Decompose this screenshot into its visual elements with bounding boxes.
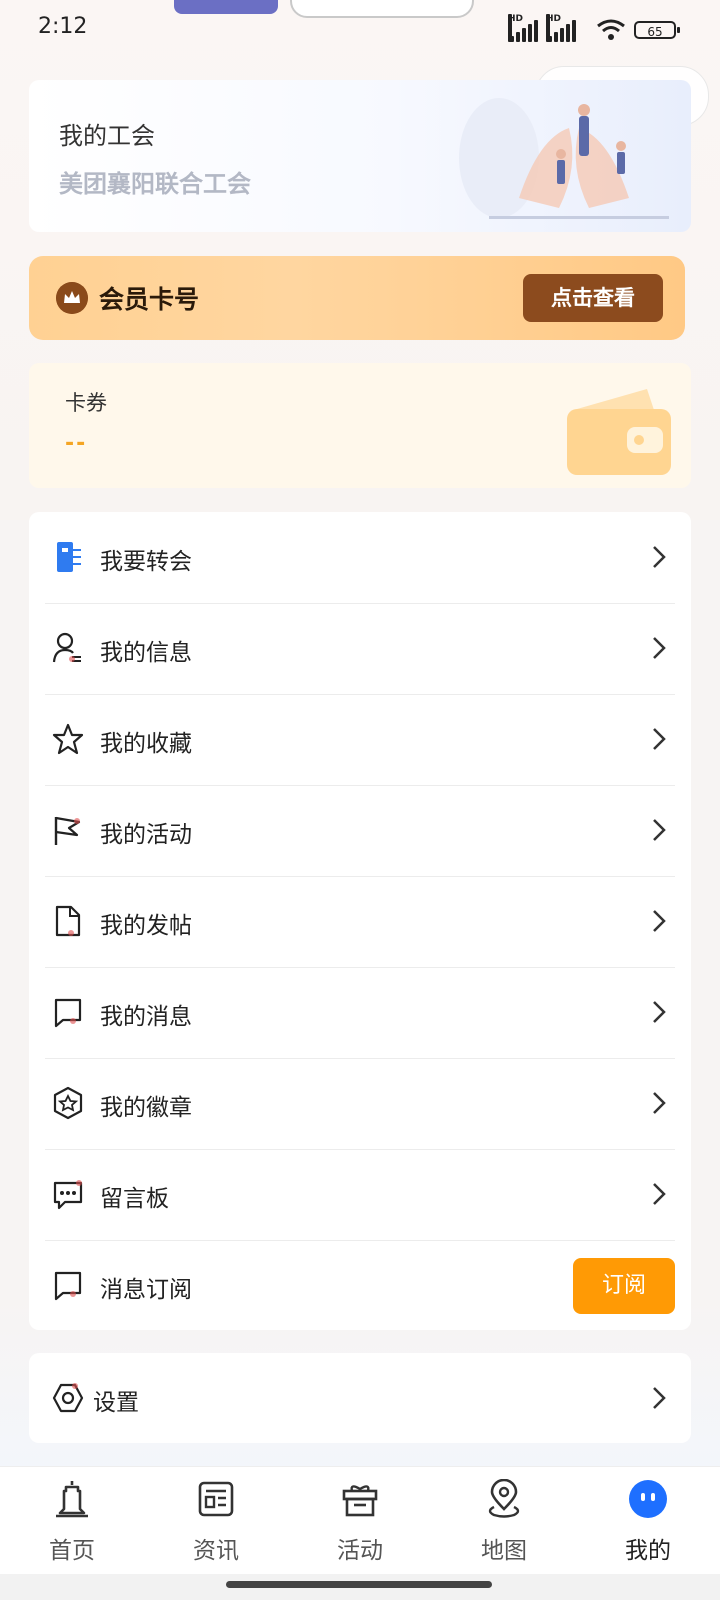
home-indicator[interactable]: [226, 1581, 492, 1588]
menu-item-label: 我的消息: [100, 1004, 192, 1030]
transfer-door-icon: [57, 542, 81, 572]
wifi-icon: [597, 19, 625, 40]
chevron-right-icon: [653, 1001, 666, 1023]
tab-label: 活动: [337, 1538, 383, 1564]
badge-icon: [53, 1086, 83, 1120]
member-card-label: 会员卡号: [99, 285, 200, 314]
battery-icon: 65: [634, 21, 680, 39]
coupon-card[interactable]: 卡券 --: [29, 363, 691, 488]
union-title: 我的工会: [59, 122, 155, 150]
news-icon: [198, 1481, 234, 1517]
my-union-card[interactable]: 我的工会 美团襄阳联合工会: [29, 80, 691, 232]
union-illustration: [459, 98, 669, 219]
chevron-right-icon: [653, 1183, 666, 1205]
menu-item-label: 我的活动: [100, 822, 192, 848]
tab-mine[interactable]: 我的: [576, 1467, 720, 1575]
signal-icon-2: HD: [546, 14, 580, 42]
menu-list: 我要转会 我的信息 我的收藏 我的活动 我的发帖 我的消息 我的徽章 留言板 消…: [29, 512, 691, 1330]
view-member-card-button[interactable]: 点击查看: [523, 274, 663, 322]
menu-item-messages[interactable]: 我的消息: [45, 967, 675, 1059]
flag-icon: [54, 816, 81, 845]
signal-icon: HD: [508, 14, 542, 42]
tab-map[interactable]: 地图: [432, 1467, 576, 1575]
chevron-right-icon: [653, 728, 666, 750]
menu-item-subscription: 消息订阅 订阅: [45, 1240, 675, 1331]
subscribe-button[interactable]: 订阅: [573, 1258, 675, 1314]
member-card-banner: 会员卡号 点击查看: [29, 256, 685, 340]
document-icon: [55, 905, 81, 937]
top-banner-pill: [290, 0, 474, 18]
bottom-tab-bar: 首页 资讯 活动 地图 我的: [0, 1466, 720, 1575]
chevron-right-icon: [653, 1387, 666, 1409]
gift-icon: [342, 1485, 378, 1517]
message-icon: [54, 998, 82, 1028]
map-pin-icon: [488, 1479, 520, 1518]
star-icon: [52, 723, 84, 755]
menu-item-message-board[interactable]: 留言板: [45, 1149, 675, 1241]
settings-icon: [52, 1383, 84, 1413]
chevron-right-icon: [653, 910, 666, 932]
chevron-right-icon: [653, 546, 666, 568]
tab-label: 首页: [49, 1538, 95, 1564]
menu-item-posts[interactable]: 我的发帖: [45, 876, 675, 968]
union-name: 美团襄阳联合工会: [59, 170, 251, 198]
chevron-right-icon: [653, 819, 666, 841]
menu-item-activities[interactable]: 我的活动: [45, 785, 675, 877]
coupon-title: 卡券: [65, 391, 107, 415]
tab-activities[interactable]: 活动: [288, 1467, 432, 1575]
chevron-right-icon: [653, 637, 666, 659]
status-time: 2:12: [38, 14, 88, 39]
wallet-icon: [567, 389, 671, 475]
profile-face-icon: [629, 1480, 667, 1518]
menu-item-label: 消息订阅: [100, 1277, 192, 1303]
comment-icon: [53, 1180, 83, 1210]
menu-item-label: 我要转会: [100, 549, 192, 575]
top-banner-tag: [174, 0, 278, 14]
tab-label: 资讯: [193, 1538, 239, 1564]
crown-icon: [56, 282, 88, 314]
menu-item-favorites[interactable]: 我的收藏: [45, 694, 675, 786]
chevron-right-icon: [653, 1092, 666, 1114]
menu-item-label: 我的徽章: [100, 1095, 192, 1121]
menu-item-transfer[interactable]: 我要转会: [45, 512, 675, 604]
tab-news[interactable]: 资讯: [144, 1467, 288, 1575]
menu-item-badges[interactable]: 我的徽章: [45, 1058, 675, 1150]
user-info-icon: [52, 632, 81, 663]
tab-home[interactable]: 首页: [0, 1467, 144, 1575]
home-tower-icon: [56, 1481, 88, 1518]
menu-item-label: 我的收藏: [100, 731, 192, 757]
settings-label: 设置: [93, 1390, 139, 1416]
coupon-value: --: [65, 431, 88, 456]
tab-label: 地图: [481, 1538, 527, 1564]
menu-item-my-info[interactable]: 我的信息: [45, 603, 675, 695]
menu-item-label: 留言板: [100, 1186, 169, 1212]
tab-label: 我的: [625, 1538, 671, 1564]
menu-item-label: 我的发帖: [100, 913, 192, 939]
subscribe-message-icon: [54, 1271, 82, 1301]
status-bar: 2:12 HD HD 65: [0, 0, 720, 60]
menu-item-label: 我的信息: [100, 640, 192, 666]
settings-item[interactable]: 设置: [29, 1353, 691, 1443]
